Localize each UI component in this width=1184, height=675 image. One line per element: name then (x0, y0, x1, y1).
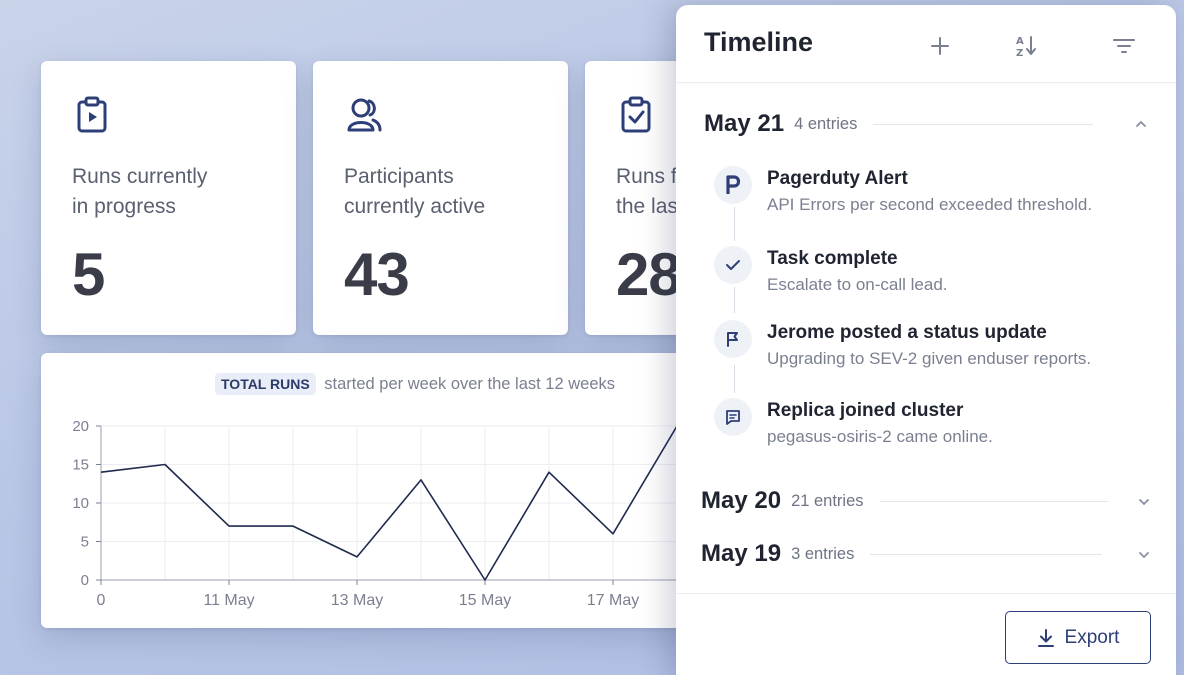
x-tick-label: 17 May (587, 592, 639, 609)
group-date: May 19 (701, 540, 782, 567)
timeline-item-title: Pagerduty Alert (767, 168, 908, 189)
message-icon (714, 398, 752, 436)
stat-label: Runs currently in progress (72, 165, 208, 218)
timeline-group-may-19[interactable]: May 19 3 entries (701, 540, 1141, 568)
divider (870, 553, 1103, 555)
group-date: May 20 (701, 487, 782, 514)
line-chart: 05101520011 May13 May15 May17 May19 May (72, 418, 741, 609)
export-label: Export (1064, 626, 1120, 648)
flag-icon (714, 320, 752, 358)
stat-card-runs-in-progress[interactable]: Runs currently in progress 5 (41, 61, 296, 335)
timeline-connector (734, 207, 735, 241)
svg-text:A: A (1016, 36, 1024, 47)
svg-text:Z: Z (1016, 48, 1023, 59)
chevron-up-icon[interactable] (1134, 119, 1148, 129)
timeline-title: Timeline (704, 27, 814, 57)
timeline-connector (734, 287, 735, 313)
x-tick-label: 15 May (459, 592, 511, 609)
sort-az-icon: A Z (1016, 36, 1036, 59)
chevron-down-icon[interactable] (1137, 497, 1151, 507)
download-icon (1037, 628, 1054, 647)
timeline-item-desc: pegasus-osiris-2 came online. (767, 427, 993, 446)
timeline-item-desc: Upgrading to SEV-2 given enduser reports… (767, 349, 1092, 368)
y-tick-label: 5 (81, 534, 89, 551)
total-runs-chart-card: TOTAL RUNS started per week over the las… (41, 353, 741, 628)
timeline-panel: Timeline A Z May 21 4 entries Pagerduty … (676, 5, 1176, 675)
x-tick-label: 11 May (203, 592, 254, 609)
timeline-group-may-21[interactable]: May 21 4 entries (704, 110, 1144, 138)
timeline-group-may-20[interactable]: May 20 21 entries (701, 487, 1141, 515)
divider (873, 123, 1094, 125)
group-count: 4 entries (794, 114, 858, 133)
chevron-down-icon[interactable] (1137, 550, 1151, 560)
stat-value: 5 (72, 241, 105, 308)
filter-icon (1113, 39, 1135, 53)
timeline-item-desc: API Errors per second exceeded threshold… (767, 195, 1093, 214)
stat-value: 43 (344, 241, 410, 308)
timeline-header: Timeline A Z (676, 5, 1176, 83)
stat-label: Participants currently active (344, 165, 486, 218)
group-count: 3 entries (791, 544, 855, 563)
add-button[interactable] (923, 29, 957, 63)
timeline-item-title: Task complete (767, 248, 898, 269)
export-button[interactable]: Export (1005, 611, 1151, 664)
check-icon (714, 246, 752, 284)
stat-card-participants-active[interactable]: Participants currently active 43 (313, 61, 568, 335)
y-tick-label: 0 (81, 572, 89, 589)
clipboard-check-icon (621, 96, 651, 133)
y-tick-label: 15 (72, 457, 89, 474)
clipboard-play-icon (77, 96, 107, 133)
y-tick-label: 20 (72, 418, 89, 435)
x-tick-label: 13 May (331, 592, 383, 609)
plus-icon (931, 37, 949, 55)
filter-button[interactable] (1107, 29, 1141, 63)
timeline-item-title: Jerome posted a status update (767, 322, 1047, 343)
timeline-item-title: Replica joined cluster (767, 400, 964, 421)
pagerduty-icon (714, 166, 752, 204)
timeline-item-desc: Escalate to on-call lead. (767, 275, 948, 294)
divider (879, 500, 1108, 502)
sort-button[interactable]: A Z (1009, 29, 1043, 63)
group-date: May 21 (704, 110, 785, 137)
x-tick-label: 0 (97, 592, 106, 609)
y-tick-label: 10 (72, 495, 89, 512)
users-icon (347, 98, 382, 132)
group-count: 21 entries (791, 491, 864, 510)
timeline-connector (734, 365, 735, 393)
